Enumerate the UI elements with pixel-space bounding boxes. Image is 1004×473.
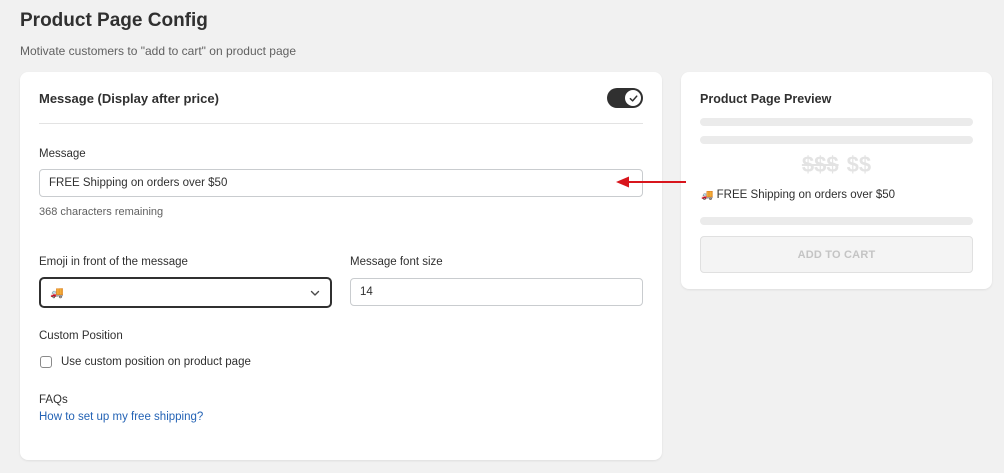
characters-remaining: 368 characters remaining xyxy=(39,206,164,218)
preview-card: Product Page Preview $$$ $$ 🚚 FREE Shippi… xyxy=(681,72,992,289)
selected-emoji: 🚚 xyxy=(50,287,64,299)
message-settings-card: Message (Display after price) Message FR… xyxy=(20,72,662,460)
font-size-label: Message font size xyxy=(350,256,443,268)
font-size-input[interactable]: 14 xyxy=(350,278,643,306)
add-to-cart-button[interactable]: ADD TO CART xyxy=(700,236,973,273)
old-price: $$$ xyxy=(801,152,839,177)
skeleton-line xyxy=(700,118,973,126)
page-subtitle: Motivate customers to "add to cart" on p… xyxy=(20,44,296,58)
emoji-label: Emoji in front of the message xyxy=(39,256,188,268)
message-label: Message xyxy=(39,148,86,160)
custom-position-checkbox[interactable] xyxy=(40,356,52,368)
faqs-label: FAQs xyxy=(39,394,68,406)
checkmark-icon xyxy=(629,94,637,102)
emoji-select[interactable]: 🚚 xyxy=(39,277,332,308)
message-toggle[interactable] xyxy=(607,88,643,108)
preview-message: 🚚 FREE Shipping on orders over $50 xyxy=(701,189,895,201)
preview-message-text: FREE Shipping on orders over $50 xyxy=(716,189,896,201)
custom-position-checkbox-label[interactable]: Use custom position on product page xyxy=(61,356,251,368)
message-input[interactable]: FREE Shipping on orders over $50 xyxy=(39,169,643,197)
current-price: $$ xyxy=(846,152,872,177)
message-input-value: FREE Shipping on orders over $50 xyxy=(49,177,228,189)
truck-emoji: 🚚 xyxy=(701,190,714,201)
custom-position-label: Custom Position xyxy=(39,330,123,342)
preview-prices: $$$ $$ xyxy=(681,152,992,178)
font-size-value: 14 xyxy=(360,286,373,298)
divider xyxy=(39,123,643,124)
annotation-arrow-icon xyxy=(616,176,686,188)
card-title: Message (Display after price) xyxy=(39,91,219,106)
chevron-down-icon xyxy=(310,290,320,296)
skeleton-line xyxy=(700,217,973,225)
skeleton-line xyxy=(700,136,973,144)
page-title: Product Page Config xyxy=(20,10,208,31)
faq-link[interactable]: How to set up my free shipping? xyxy=(39,411,203,423)
toggle-knob xyxy=(625,90,641,106)
preview-title: Product Page Preview xyxy=(700,92,832,106)
